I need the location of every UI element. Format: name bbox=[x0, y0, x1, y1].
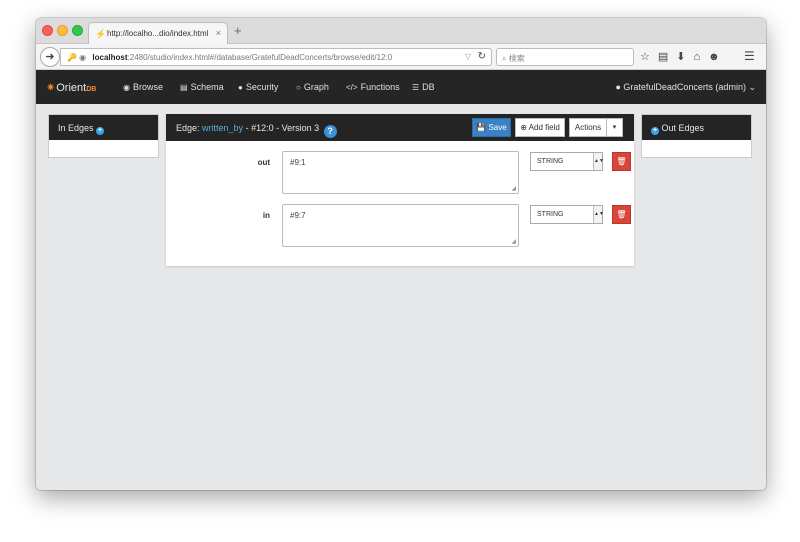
field-input-out[interactable]: #9:1 ◢ bbox=[282, 151, 519, 194]
edge-title: Edge: written_by - #12:0 - Version 3 ? bbox=[176, 123, 337, 138]
tab-title: http://localho...dio/index.html bbox=[107, 29, 209, 38]
minimize-window-button[interactable] bbox=[57, 25, 68, 36]
history-dropdown-icon[interactable]: ▽ bbox=[465, 52, 471, 61]
in-edges-header: In Edges + bbox=[49, 115, 158, 140]
nav-db[interactable]: ☰ DB bbox=[412, 82, 435, 92]
chat-icon[interactable]: ☻ bbox=[708, 51, 728, 63]
new-tab-button[interactable]: + bbox=[234, 23, 242, 38]
user-icon: ● bbox=[238, 83, 243, 92]
toolbar-icons: ☆▤⬇⌂☻ bbox=[640, 50, 728, 63]
add-out-edge-icon[interactable]: + bbox=[651, 127, 659, 135]
out-edges-header: + Out Edges bbox=[642, 115, 751, 140]
page-content: In Edges + Edge: written_by - #12:0 - Ve… bbox=[36, 104, 766, 490]
in-edges-panel: In Edges + bbox=[48, 114, 159, 158]
app-navbar: ✷OrientDB ◉ Browse ▤ Schema ● Security ○ Gra… bbox=[36, 70, 766, 104]
navigation-bar: ➜ 🔑 ◉ localhost:2480/studio/index.html#/… bbox=[36, 44, 766, 70]
resize-handle-icon[interactable]: ◢ bbox=[511, 185, 516, 192]
url-bar[interactable]: 🔑 ◉ localhost:2480/studio/index.html#/da… bbox=[60, 48, 492, 66]
trash-icon: 🗑 bbox=[616, 157, 627, 166]
add-field-button[interactable]: ⊕ Add field bbox=[515, 118, 565, 137]
back-button[interactable]: ➜ bbox=[40, 47, 60, 67]
database-icon: ☰ bbox=[412, 83, 420, 92]
user-menu[interactable]: ● GratefulDeadConcerts (admin) ⌄ bbox=[615, 82, 756, 93]
field-label-in: in bbox=[262, 211, 270, 220]
select-arrows-icon: ▲▼ bbox=[593, 206, 604, 223]
code-icon: </> bbox=[346, 83, 358, 92]
reload-icon[interactable]: ↻ bbox=[478, 51, 486, 62]
add-in-edge-icon[interactable]: + bbox=[96, 127, 105, 135]
tab-close-icon[interactable]: × bbox=[216, 28, 221, 38]
identity-icon: 🔑 ◉ bbox=[67, 53, 87, 62]
out-edges-panel: + Out Edges bbox=[641, 114, 752, 158]
delete-field-in-button[interactable]: 🗑 bbox=[612, 205, 631, 224]
list-icon: ▤ bbox=[180, 83, 188, 92]
reading-list-icon[interactable]: ▤ bbox=[658, 51, 676, 63]
back-arrow-icon: ➜ bbox=[45, 51, 55, 63]
zoom-window-button[interactable] bbox=[72, 25, 83, 36]
actions-dropdown-caret[interactable]: ▾ bbox=[607, 118, 623, 137]
tab-bar: ⚡ http://localho...dio/index.html × + bbox=[36, 18, 766, 45]
download-icon[interactable]: ⬇ bbox=[676, 51, 693, 63]
in-edges-title: In Edges bbox=[58, 123, 94, 133]
search-placeholder: 検索 bbox=[508, 54, 525, 63]
type-select-out[interactable]: STRING ▲▼ bbox=[530, 152, 604, 171]
out-edges-title: Out Edges bbox=[661, 123, 705, 133]
circle-icon: ○ bbox=[296, 83, 301, 92]
eye-icon: ◉ bbox=[123, 83, 130, 92]
favicon-icon: ⚡ bbox=[95, 29, 107, 39]
browser-window: ⚡ http://localho...dio/index.html × + ➜ … bbox=[36, 18, 766, 490]
plus-circle-icon: ⊕ bbox=[520, 123, 529, 132]
nav-functions[interactable]: </> Functions bbox=[346, 82, 400, 92]
nav-browse[interactable]: ◉ Browse bbox=[123, 82, 163, 92]
actions-button[interactable]: Actions bbox=[569, 118, 607, 137]
edge-header: Edge: written_by - #12:0 - Version 3 ? 💾… bbox=[166, 114, 634, 141]
delete-field-out-button[interactable]: 🗑 bbox=[612, 152, 631, 171]
logo-icon: ✷ bbox=[46, 82, 56, 94]
help-icon[interactable]: ? bbox=[323, 125, 337, 138]
edge-editor-panel: Edge: written_by - #12:0 - Version 3 ? 💾… bbox=[166, 114, 634, 266]
edge-class-link[interactable]: written_by bbox=[202, 123, 243, 133]
select-arrows-icon: ▲▼ bbox=[593, 153, 604, 170]
hamburger-menu-icon[interactable]: ☰ bbox=[744, 49, 755, 63]
search-icon: ⌕ bbox=[502, 54, 507, 63]
chevron-down-icon: ⌄ bbox=[745, 82, 756, 92]
field-input-in[interactable]: #9:7 ◢ bbox=[282, 204, 519, 247]
search-input[interactable]: ⌕ 検索 bbox=[496, 48, 634, 66]
type-select-in[interactable]: STRING ▲▼ bbox=[530, 205, 604, 224]
orientdb-logo[interactable]: ✷OrientDB bbox=[46, 81, 96, 94]
save-button[interactable]: 💾 Save bbox=[472, 118, 511, 137]
nav-graph[interactable]: ○ Graph bbox=[296, 82, 329, 92]
url-host: localhost bbox=[92, 53, 128, 62]
bookmark-star-icon[interactable]: ☆ bbox=[640, 51, 658, 63]
nav-security[interactable]: ● Security bbox=[238, 82, 278, 92]
url-path: :2480/studio/index.html#/database/Gratef… bbox=[127, 53, 393, 62]
field-label-out: out bbox=[257, 158, 270, 167]
resize-handle-icon[interactable]: ◢ bbox=[511, 238, 516, 245]
floppy-icon: 💾 bbox=[476, 123, 489, 132]
trash-icon: 🗑 bbox=[616, 210, 627, 219]
home-icon[interactable]: ⌂ bbox=[694, 51, 709, 63]
nav-schema[interactable]: ▤ Schema bbox=[180, 82, 224, 92]
browser-tab[interactable]: ⚡ http://localho...dio/index.html × bbox=[88, 22, 228, 45]
close-window-button[interactable] bbox=[42, 25, 53, 36]
